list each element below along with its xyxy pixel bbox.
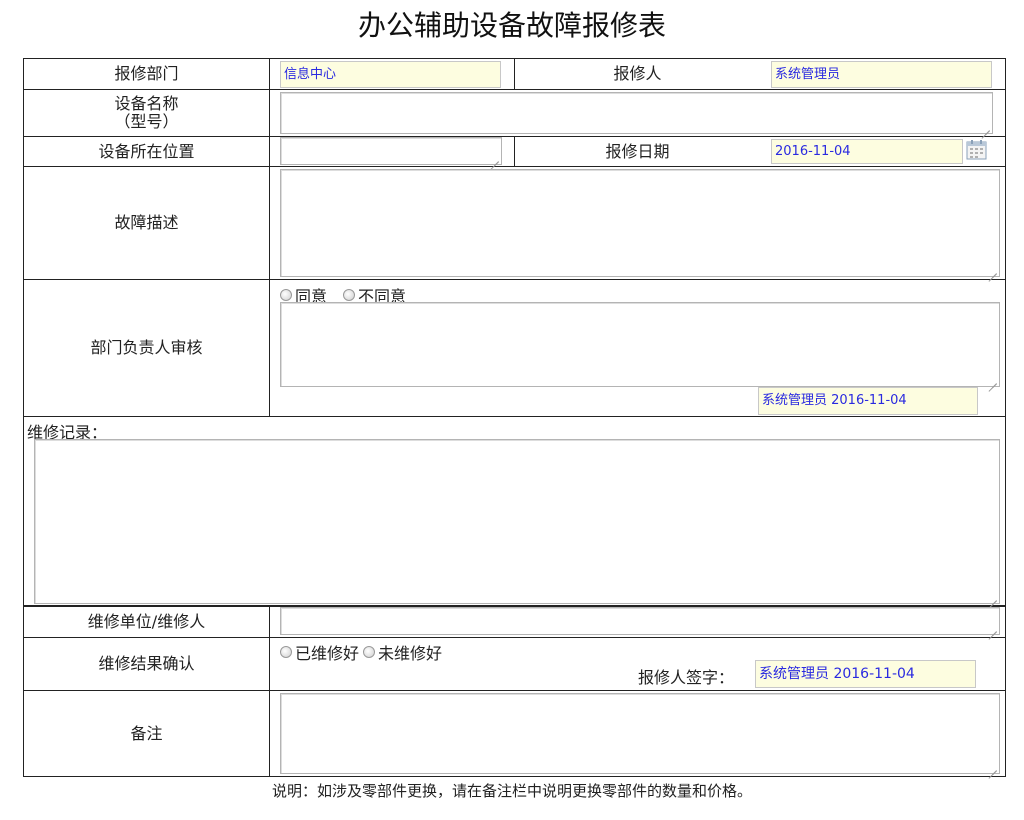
report-date-field[interactable]: 2016-11-04 [771, 139, 963, 164]
result-radio-group: 已维修好 未维修好 [280, 640, 442, 664]
repair-unit-label: 维修单位/维修人 [87, 612, 206, 631]
device-name-label-line2: （型号） [114, 112, 179, 131]
repaired-label: 已维修好 [295, 644, 360, 663]
repaired-radio[interactable] [280, 646, 292, 658]
repair-unit-input[interactable] [280, 607, 1000, 635]
column-divider [269, 59, 270, 416]
footer-note: 说明：如涉及零部件更换，请在备注栏中说明更换零部件的数量和价格。 [271, 782, 752, 800]
device-name-label: 设备名称 （型号） [24, 90, 269, 136]
fault-desc-label: 故障描述 [114, 213, 179, 232]
not-repaired-label: 未维修好 [378, 644, 443, 663]
review-comment-input[interactable] [280, 302, 1000, 387]
reporter-label: 报修人 [613, 64, 662, 83]
report-date-label: 报修日期 [605, 141, 670, 161]
remark-label: 备注 [130, 723, 163, 743]
agree-radio[interactable] [280, 289, 292, 301]
location-label: 设备所在位置 [98, 141, 195, 161]
dept-review-label: 部门负责人审核 [90, 338, 203, 357]
dept-label: 报修部门 [114, 64, 179, 83]
resize-grip-icon[interactable] [989, 593, 997, 601]
resize-grip-icon[interactable] [989, 266, 997, 274]
row-divider [24, 416, 1005, 417]
calendar-icon[interactable] [966, 139, 987, 160]
resize-grip-icon[interactable] [989, 624, 997, 632]
repair-form: 报修部门 信息中心 报修人 系统管理员 设备名称 （型号） 设备所在位置 报修日… [23, 58, 1006, 777]
device-name-label-line1: 设备名称 [114, 94, 179, 113]
resize-grip-icon[interactable] [491, 154, 499, 162]
device-name-input[interactable] [280, 92, 993, 134]
resize-grip-icon[interactable] [989, 763, 997, 771]
reporter-sign-label: 报修人签字： [638, 668, 735, 687]
result-label: 维修结果确认 [98, 654, 195, 673]
resize-grip-icon[interactable] [989, 376, 997, 384]
result-signature-field: 系统管理员 2016-11-04 [755, 660, 976, 688]
dept-field: 信息中心 [280, 61, 501, 88]
remark-input[interactable] [280, 693, 1000, 774]
disagree-radio[interactable] [343, 289, 356, 301]
location-input[interactable] [280, 137, 502, 165]
not-repaired-radio[interactable] [363, 646, 376, 658]
fault-desc-input[interactable] [280, 169, 1000, 277]
review-signature-field: 系统管理员 2016-11-04 [758, 387, 978, 415]
reporter-field: 系统管理员 [771, 61, 992, 88]
repair-record-input[interactable] [34, 439, 1000, 604]
resize-grip-icon[interactable] [982, 123, 990, 131]
page-title: 办公辅助设备故障报修表 [357, 9, 666, 42]
column-divider [269, 605, 270, 776]
